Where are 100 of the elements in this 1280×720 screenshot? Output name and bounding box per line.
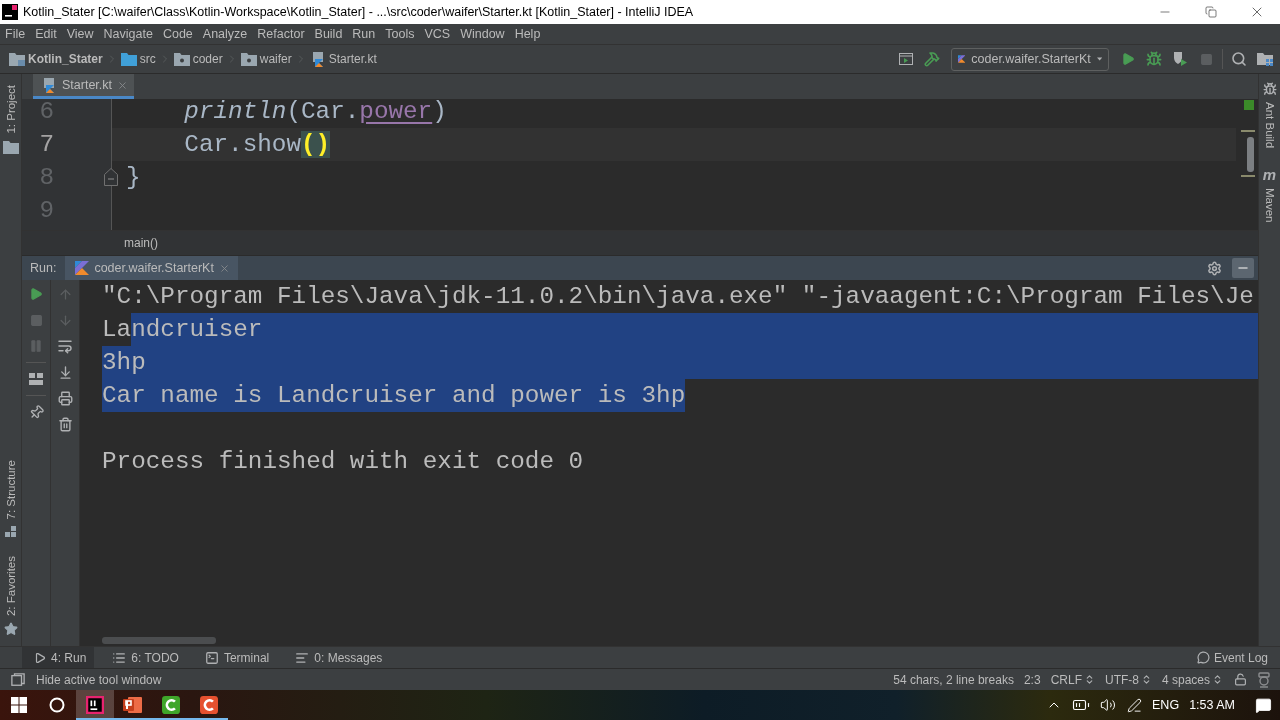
menu-item[interactable]: Code: [157, 24, 198, 44]
shield-play-icon: [1172, 51, 1188, 67]
status-dropdown[interactable]: UTF-8: [1099, 672, 1157, 687]
search-icon: [1231, 51, 1247, 67]
bug-icon: [1146, 51, 1162, 67]
status-square-icon: [1244, 100, 1254, 110]
up-down-icon: [1212, 674, 1223, 685]
scroll-mark: [1241, 175, 1255, 177]
settings-icon: [1206, 260, 1222, 276]
trash-icon: [57, 416, 73, 432]
speaker-icon: [1100, 697, 1117, 713]
status-info: 54 chars, 2 line breaks: [893, 672, 1014, 687]
scrollbar-thumb[interactable]: [102, 636, 216, 644]
arrow-up-icon: [57, 286, 73, 302]
breadcrumb-item[interactable]: waifer: [239, 48, 293, 70]
play-outline-icon: [34, 651, 46, 664]
menu-item[interactable]: Navigate: [98, 24, 158, 44]
panel-title: Run:: [30, 261, 57, 275]
tool-window-tab[interactable]: 0: Messages: [283, 647, 391, 668]
code-line: Car.show(): [184, 130, 331, 160]
k-shape-icon: [958, 52, 966, 66]
breadcrumb-item[interactable]: coder: [172, 48, 224, 70]
clock[interactable]: 1:53 AM: [1185, 690, 1239, 720]
window-title: Kotlin_Stater [C:\waifer\Class\Kotlin-Workspace\Kotlin_Stater] - ...\src\coder\waifer\Starter.kt [Kotlin_Stater] - IntelliJ IDEA: [23, 5, 695, 19]
circle-icon: [49, 697, 65, 713]
status-message: Hide active tool window: [36, 672, 163, 687]
menu-item[interactable]: Run: [347, 24, 381, 44]
editor-tab[interactable]: Starter.kt: [33, 74, 135, 99]
breadcrumb-item[interactable]: Kotlin_Stater: [8, 48, 104, 70]
breadcrumb-item[interactable]: src: [119, 48, 157, 70]
menu-item[interactable]: Refactor: [252, 24, 310, 44]
tool-window-button[interactable]: 1: Project: [0, 83, 21, 156]
package-folder-icon: [173, 52, 190, 66]
menu-item[interactable]: Build: [309, 24, 348, 44]
terminal-icon: [204, 650, 219, 665]
hammer-icon: [924, 51, 940, 67]
arc-tile-icon: [162, 696, 180, 714]
tool-window-button[interactable]: 2: Favorites: [0, 553, 21, 638]
message-icon: [1255, 696, 1272, 714]
breadcrumb-item[interactable]: main(): [124, 236, 158, 250]
menu-item[interactable]: Help: [509, 24, 546, 44]
menu-item[interactable]: File: [0, 24, 31, 44]
play-icon: [1121, 52, 1135, 66]
restore-icon: [1205, 6, 1217, 18]
console-line: Landcruiser: [102, 313, 263, 346]
printer-icon: [57, 390, 73, 406]
status-dropdown[interactable]: CRLF: [1045, 672, 1100, 687]
bug-icon: [1262, 82, 1277, 96]
menu-item[interactable]: Analyze: [197, 24, 253, 44]
folder-icon: [2, 139, 19, 154]
star-icon: [3, 622, 18, 636]
layout-icon: [29, 373, 43, 385]
menu-item[interactable]: Edit: [30, 24, 62, 44]
framed-tile-icon: [86, 696, 104, 714]
tool-window-tab[interactable]: 4: Run: [22, 647, 95, 668]
run-config-dropdown[interactable]: coder.waifer.StarterKt: [951, 47, 1109, 71]
event-log-button[interactable]: Event Log: [1194, 647, 1270, 668]
status-dropdown[interactable]: 4 spaces: [1156, 672, 1228, 687]
structure-icon: [4, 525, 17, 538]
scrollbar-thumb[interactable]: [1247, 137, 1254, 172]
hide-button[interactable]: [1232, 258, 1254, 278]
menu-item[interactable]: VCS: [419, 24, 456, 44]
unlocked-icon: [1233, 673, 1247, 686]
tool-window-tab[interactable]: Terminal: [192, 647, 278, 668]
folder-icon: [120, 52, 137, 66]
taskbar-app[interactable]: [76, 690, 114, 720]
pause-icon: [29, 339, 43, 353]
close-icon: [218, 262, 230, 274]
code-line: println(Car.power): [184, 99, 447, 127]
stop-icon: [29, 313, 43, 327]
close-icon: [117, 79, 129, 91]
list-icon: [112, 650, 127, 665]
window-play-icon: [898, 51, 914, 67]
speech-bubble-icon: [1196, 651, 1210, 664]
package-folder-icon: [240, 52, 257, 66]
caret-icon: [1096, 56, 1102, 62]
menu-item[interactable]: Tools: [380, 24, 420, 44]
line-number: 7: [39, 130, 54, 160]
wrap-text-icon: [57, 338, 73, 354]
breadcrumb-item[interactable]: Starter.kt: [308, 48, 378, 70]
folder-icon: [9, 52, 25, 66]
tool-window-button[interactable]: Ant Build: [1259, 80, 1280, 151]
menu-item[interactable]: View: [61, 24, 99, 44]
lines-icon: [295, 650, 310, 665]
status-info: 2:3: [1023, 672, 1041, 687]
code-line: }: [126, 163, 141, 193]
language-indicator[interactable]: ENG: [1148, 690, 1184, 720]
menu-item[interactable]: Window: [455, 24, 510, 44]
k-shape-icon: [75, 261, 90, 275]
play-icon: [29, 287, 43, 301]
window-icon: [11, 672, 25, 687]
tool-window-button[interactable]: 7: Structure: [0, 458, 21, 540]
person-icon: [1257, 671, 1271, 688]
folder-grid-icon: [1257, 51, 1273, 67]
tool-window-tab[interactable]: 6: TODO: [100, 647, 187, 668]
file-k-icon: [41, 77, 57, 93]
windows-logo-icon: [11, 697, 27, 713]
tool-window-button[interactable]: m Maven: [1259, 166, 1280, 225]
run-tab[interactable]: coder.waifer.StarterKt: [65, 256, 238, 280]
stop-icon: [1199, 52, 1213, 66]
